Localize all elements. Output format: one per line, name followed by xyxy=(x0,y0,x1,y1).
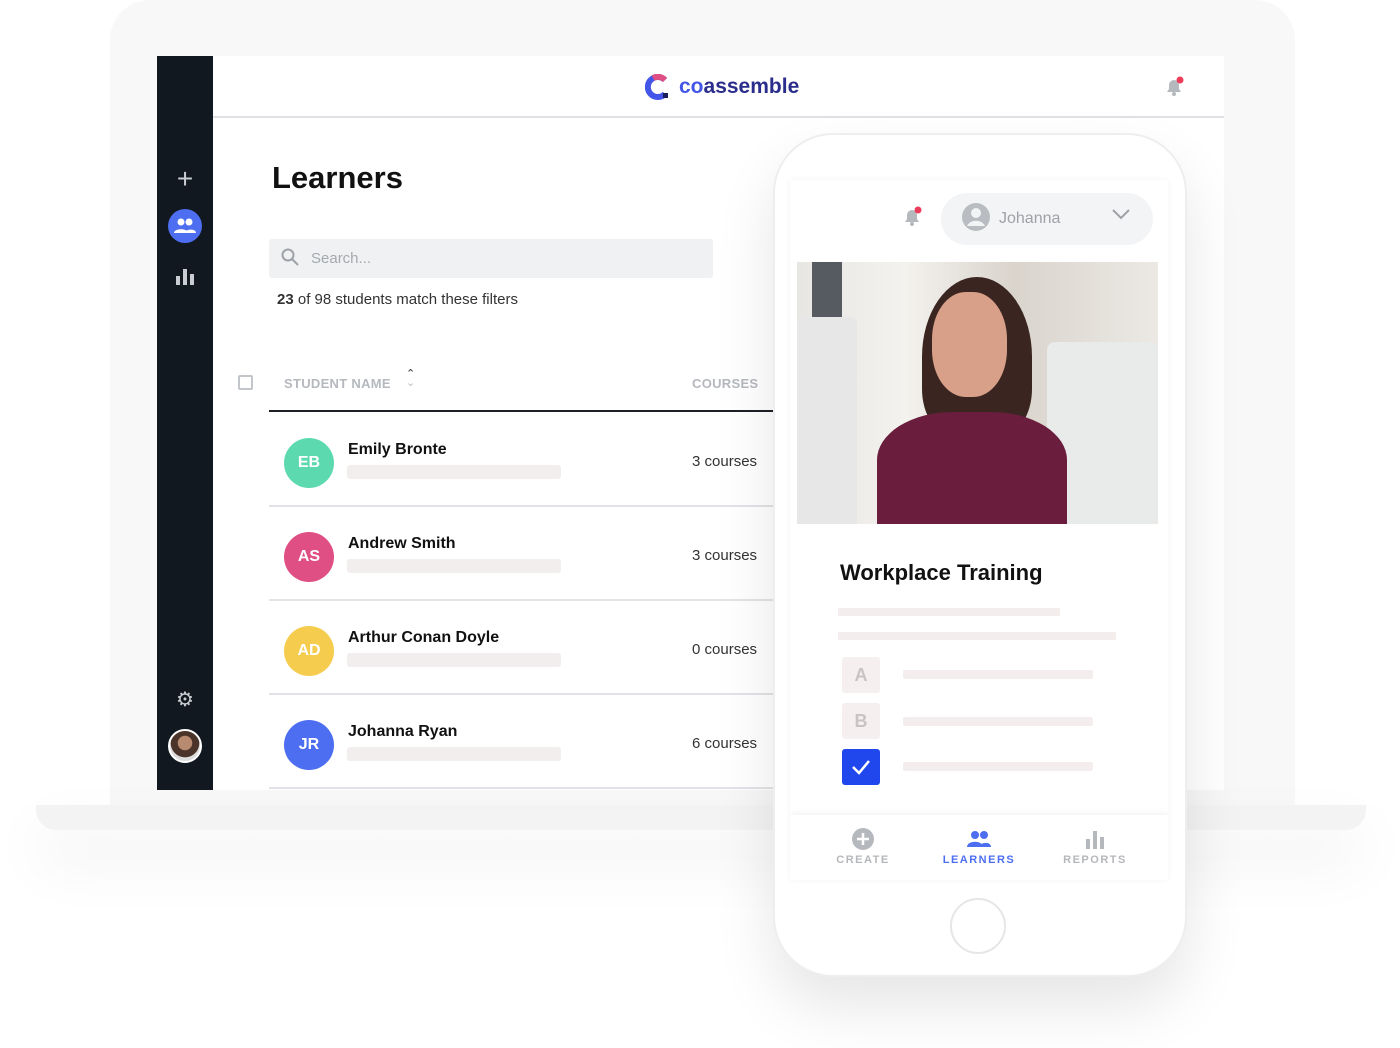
select-all-checkbox[interactable] xyxy=(238,375,253,390)
option-b[interactable]: B xyxy=(842,703,880,739)
avatar: AD xyxy=(284,626,334,676)
student-name[interactable]: Johanna Ryan xyxy=(348,723,457,741)
chevron-down-icon xyxy=(1111,207,1131,226)
table-row[interactable]: JR Johanna Ryan 6 courses xyxy=(269,695,789,789)
avatar: AS xyxy=(284,532,334,582)
student-name-header[interactable]: STUDENT NAME xyxy=(284,376,391,391)
table-row[interactable]: AS Andrew Smith 3 courses xyxy=(269,507,789,601)
course-count: 3 courses xyxy=(692,453,758,470)
search-input[interactable]: Search... xyxy=(269,239,713,278)
home-button[interactable] xyxy=(950,898,1006,954)
avatar[interactable] xyxy=(168,729,202,763)
tab-label: CREATE xyxy=(836,854,890,866)
bar-chart-icon xyxy=(1045,827,1145,854)
user-icon xyxy=(961,202,991,237)
student-name[interactable]: Emily Bronte xyxy=(348,441,447,459)
course-photo xyxy=(797,262,1158,524)
course-title: Workplace Training xyxy=(840,560,1043,585)
course-count: 6 courses xyxy=(692,735,758,752)
table-row[interactable]: AD Arthur Conan Doyle 0 courses xyxy=(269,601,789,695)
match-count: 23 of 98 students match these filters xyxy=(277,291,518,308)
phone-app: Johanna Workplace Training A B CREATE LE… xyxy=(790,180,1168,880)
top-header: coassemble xyxy=(213,56,1224,118)
plus-circle-icon xyxy=(813,827,913,854)
option-checked[interactable] xyxy=(842,749,880,785)
logo-accent: co xyxy=(679,75,704,98)
tab-reports[interactable]: REPORTS xyxy=(1045,827,1145,866)
avatar: EB xyxy=(284,438,334,488)
text-placeholder xyxy=(347,747,561,761)
sidebar: + ⚙ xyxy=(157,56,213,790)
option-line xyxy=(903,762,1093,771)
header-divider xyxy=(269,410,789,412)
search-icon xyxy=(281,248,299,270)
tab-create[interactable]: CREATE xyxy=(813,827,913,866)
user-menu[interactable]: Johanna xyxy=(941,193,1153,245)
match-text: of 98 students match these filters xyxy=(293,291,518,308)
course-count: 0 courses xyxy=(692,641,758,658)
text-placeholder xyxy=(347,559,561,573)
student-name[interactable]: Andrew Smith xyxy=(348,535,456,553)
table-row[interactable]: EB Emily Bronte 3 courses xyxy=(269,413,789,507)
tab-label: REPORTS xyxy=(1063,854,1127,866)
option-line xyxy=(903,670,1093,679)
user-name: Johanna xyxy=(999,210,1061,227)
sort-icon[interactable]: ⌃ ⌄ xyxy=(406,369,415,389)
course-count: 3 courses xyxy=(692,547,758,564)
logo-text: assemble xyxy=(703,75,800,98)
bell-icon[interactable] xyxy=(1163,76,1185,103)
courses-header[interactable]: COURSES xyxy=(692,376,758,391)
tab-learners[interactable]: LEARNERS xyxy=(929,827,1029,866)
tab-label: LEARNERS xyxy=(942,854,1016,866)
text-placeholder xyxy=(838,632,1116,640)
option-a[interactable]: A xyxy=(842,657,880,693)
page-title: Learners xyxy=(272,160,403,195)
text-placeholder xyxy=(347,465,561,479)
avatar: JR xyxy=(284,720,334,770)
coassemble-logo: coassemble xyxy=(645,74,799,100)
plus-icon[interactable]: + xyxy=(168,162,202,196)
text-placeholder xyxy=(838,608,1060,616)
student-name[interactable]: Arthur Conan Doyle xyxy=(348,629,499,647)
users-icon xyxy=(929,827,1029,854)
gear-icon[interactable]: ⚙ xyxy=(168,682,202,716)
phone-frame: Johanna Workplace Training A B CREATE LE… xyxy=(773,133,1187,977)
search-placeholder: Search... xyxy=(311,250,372,267)
phone-bell-icon[interactable] xyxy=(902,206,924,233)
users-icon[interactable] xyxy=(168,209,202,243)
bottom-tab-bar: CREATE LEARNERS REPORTS xyxy=(790,815,1168,880)
text-placeholder xyxy=(347,653,561,667)
option-line xyxy=(903,717,1093,726)
match-number: 23 xyxy=(277,291,294,308)
bar-chart-icon[interactable] xyxy=(168,259,202,293)
